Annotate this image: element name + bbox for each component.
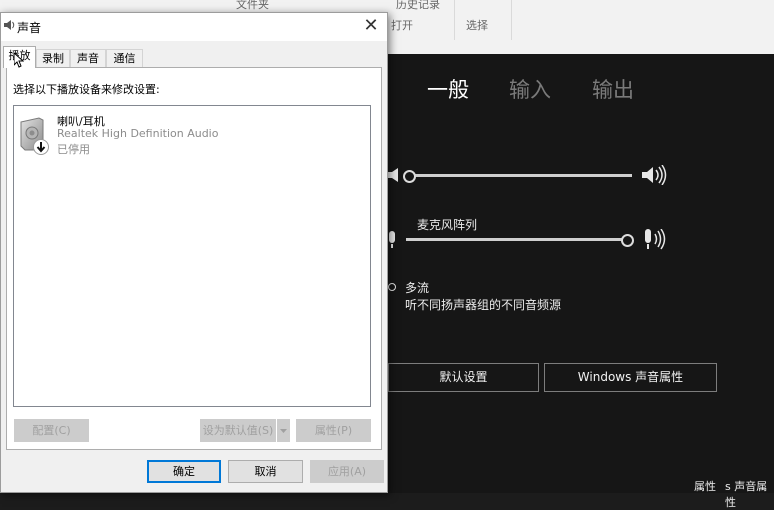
ribbon-separator [454,0,455,40]
tab-output[interactable]: 输出 [592,74,634,104]
taskbar-fragment: 属性 [694,480,716,493]
speaker-low-icon [388,168,398,182]
tab-communications[interactable]: 通信 [106,49,143,67]
tab-general[interactable]: 一般 [427,74,469,104]
playback-tab-page: 选择以下播放设备来修改设置: 喇叭/耳机 Realtek High Defini… [6,67,382,450]
multistream-label: 多流 [405,281,430,295]
dialog-title: 声音 [17,21,42,35]
tab-recording-label: 录制 [42,52,64,65]
list-item[interactable]: 喇叭/耳机 Realtek High Definition Audio 已停用 [14,106,370,164]
windows-sound-properties-button[interactable]: Windows 声音属性 [544,363,717,392]
ribbon-group-open: 打开 [391,19,413,32]
close-icon: ✕ [363,15,379,36]
ribbon-separator [511,0,512,40]
tab-sounds[interactable]: 声音 [70,49,106,67]
device-list[interactable]: 喇叭/耳机 Realtek High Definition Audio 已停用 [13,105,371,407]
speaker-volume-thumb[interactable] [403,170,416,183]
configure-button[interactable]: 配置(C) [14,419,89,442]
ribbon-group-select: 选择 [466,19,488,32]
speaker-volume-track[interactable] [409,174,632,177]
mouse-cursor-icon [14,53,24,68]
properties-button[interactable]: 属性(P) [296,419,371,442]
tab-input[interactable]: 输入 [509,74,551,104]
title-bar[interactable]: 声音 ✕ [1,13,387,41]
chevron-down-icon [280,429,287,433]
sound-dialog: 声音 ✕ 播放 录制 声音 通信 选择以下播放设备来修改设置: 喇叭/耳机 Re… [0,12,388,493]
set-default-button[interactable]: 设为默认值(S) [200,419,276,442]
default-settings-button[interactable]: 默认设置 [388,363,539,392]
mic-label: 麦克风阵列 [417,218,478,232]
ribbon-item-history[interactable]: 历史记录 [396,0,440,12]
close-button[interactable]: ✕ [355,13,387,41]
device-driver: Realtek High Definition Audio [57,127,219,140]
set-default-dropdown-button[interactable] [277,419,290,442]
multistream-radio[interactable] [388,283,396,291]
mic-volume-track[interactable] [406,238,627,241]
mic-high-icon [645,229,666,250]
sound-app-icon [4,20,15,30]
multistream-description: 听不同扬声器组的不同音频源 [405,298,562,312]
tab-sounds-label: 声音 [77,52,99,65]
speaker-high-icon [642,165,667,185]
tab-recording[interactable]: 录制 [36,49,70,67]
cancel-button[interactable]: 取消 [228,460,303,483]
speaker-device-icon [20,117,49,155]
audio-settings-panel: 一般 输入 输出 麦克风阵列 多流 听不同扬声器组的不同音频源 默认设置 Win… [388,54,774,509]
mic-volume-thumb[interactable] [621,234,634,247]
device-status: 已停用 [57,143,90,156]
mic-low-icon [389,231,395,248]
instruction-text: 选择以下播放设备来修改设置: [13,83,160,96]
taskbar-fragment-2: s 声音属性 [725,480,768,509]
ok-button[interactable]: 确定 [147,460,221,483]
ribbon-item-folder[interactable]: 文件夹 [236,0,269,12]
tab-communications-label: 通信 [113,52,136,65]
apply-button[interactable]: 应用(A) [310,460,384,483]
